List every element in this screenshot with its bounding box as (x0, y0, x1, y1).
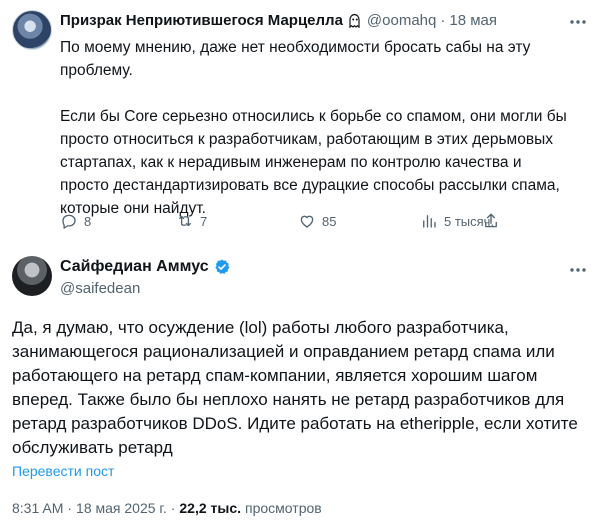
post-date[interactable]: 18 мая 2025 г. (76, 500, 167, 516)
separator-dot: · (170, 500, 176, 516)
author-handle[interactable]: @oomahq (367, 12, 436, 29)
share-icon[interactable] (482, 212, 500, 230)
repost-count: 7 (200, 213, 208, 229)
translate-link[interactable]: Перевести пост (12, 463, 114, 479)
action-bar: 8 7 85 5 тысяч. (60, 212, 500, 232)
like-count: 85 (322, 213, 337, 229)
author-row: Сайфедиан Аммус (60, 258, 231, 276)
author-name[interactable]: Призрак Неприютившегося Марцелла (60, 12, 343, 29)
author-handle[interactable]: @saifedean (60, 280, 140, 297)
analytics-icon (423, 215, 436, 228)
post-meta: 8:31 AM · 18 мая 2025 г. · 22,2 тыс. про… (12, 500, 322, 516)
post-text: Да, я думаю, что осуждение (lol) работы … (12, 318, 578, 457)
repost-button[interactable]: 7 (176, 212, 207, 230)
reply-header: Призрак Неприютившегося Марцелла @oomahq… (60, 12, 497, 29)
avatar[interactable] (12, 256, 52, 296)
like-button[interactable]: 85 (298, 212, 336, 230)
heart-icon (300, 215, 314, 228)
reply-button[interactable]: 8 (60, 212, 91, 230)
more-options-icon[interactable] (568, 260, 588, 280)
post-date[interactable]: 18 мая (449, 12, 497, 29)
post-time[interactable]: 8:31 AM (12, 500, 63, 516)
reply-paragraph: По моему мнению, даже нет необходимости … (60, 39, 531, 79)
reply-text: По моему мнению, даже нет необходимости … (60, 36, 572, 220)
views-label: просмотров (245, 500, 322, 516)
separator-dot: · (440, 12, 446, 29)
comment-icon (62, 214, 76, 229)
verified-badge-icon[interactable] (213, 258, 231, 276)
more-options-icon[interactable] (568, 12, 588, 32)
separator-dot: · (67, 500, 73, 516)
views-count[interactable]: 22,2 тыс. (179, 500, 241, 516)
repost-icon (179, 215, 191, 227)
author-name[interactable]: Сайфедиан Аммус (60, 258, 209, 276)
reply-paragraph: Если бы Core серьезно относились к борьб… (60, 108, 567, 217)
ghost-icon (349, 13, 360, 28)
reply-count: 8 (84, 213, 92, 229)
avatar[interactable] (12, 10, 52, 50)
